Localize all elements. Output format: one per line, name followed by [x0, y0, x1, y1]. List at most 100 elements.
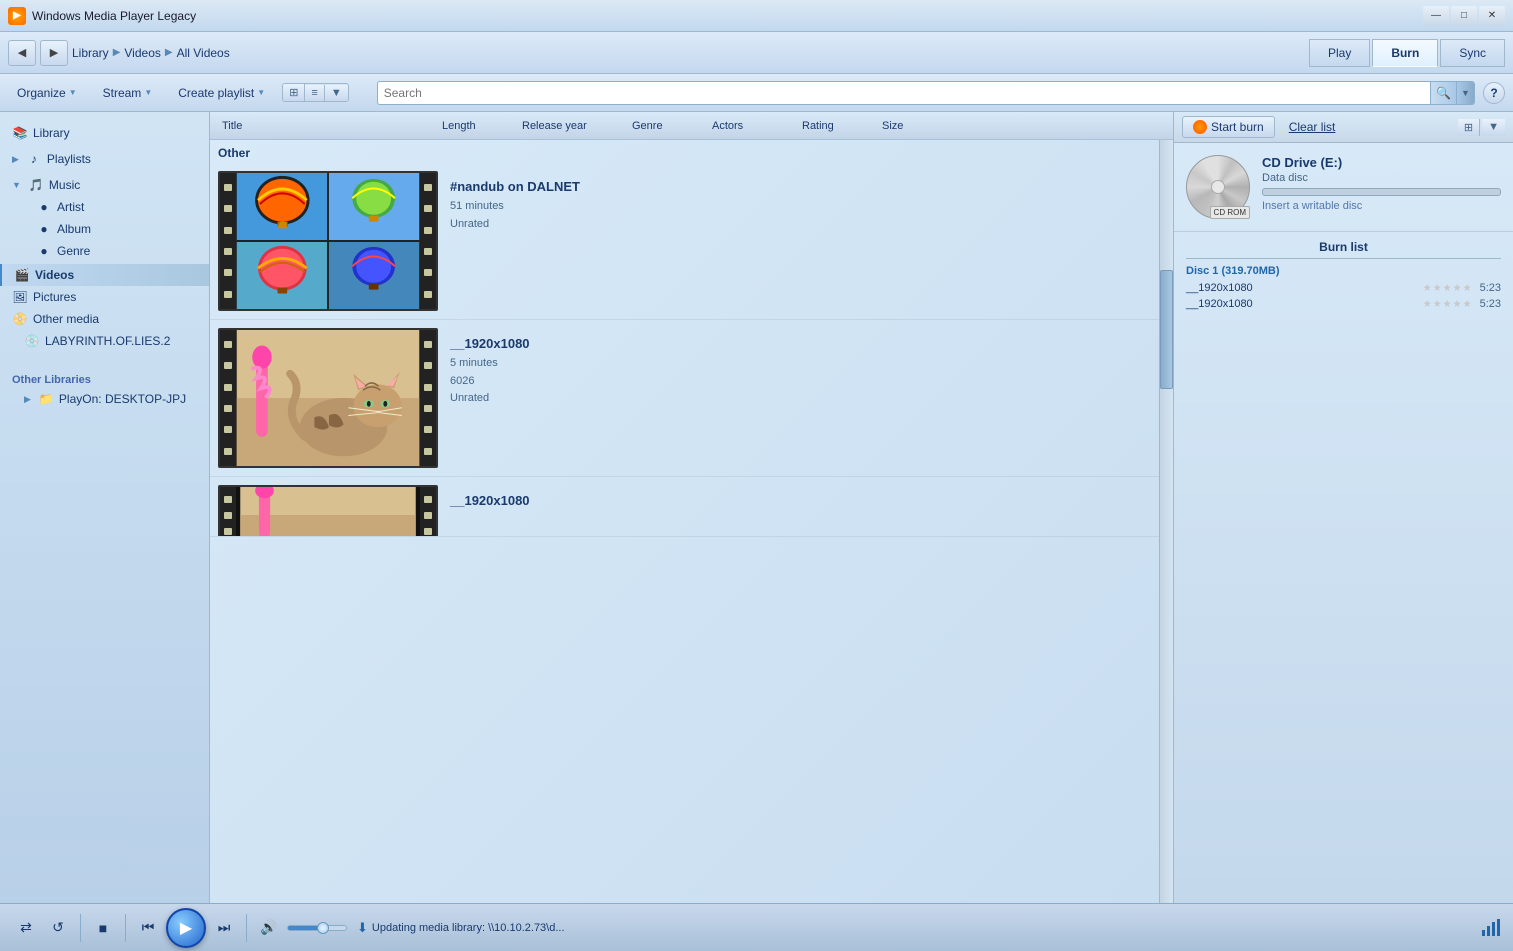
sidebar-item-videos[interactable]: 🎬 Videos — [0, 264, 209, 286]
video-title-1: #nandub on DALNET — [450, 179, 1153, 194]
breadcrumb-allvideos[interactable]: All Videos — [177, 46, 230, 60]
video-title-3: __1920x1080 — [450, 493, 1153, 508]
burn-item-2-stars: ★ ★ ★ ★ ★ — [1423, 299, 1472, 310]
back-button[interactable]: ◀ — [8, 40, 36, 66]
other-media-icon: 📀 — [12, 311, 28, 327]
breadcrumb-videos[interactable]: Videos — [124, 46, 160, 60]
view-dropdown-button[interactable]: ▼ — [325, 85, 348, 101]
download-icon: ⬇ — [357, 920, 368, 936]
search-dropdown-button[interactable]: ▼ — [1456, 81, 1474, 105]
sidebar-item-genre[interactable]: ● Genre — [0, 240, 209, 262]
film-image-2 — [236, 330, 420, 466]
videos-icon: 🎬 — [14, 267, 30, 283]
burn-item-1-duration: 5:23 — [1480, 282, 1501, 294]
burn-item-2[interactable]: __1920x1080 ★ ★ ★ ★ ★ 5:23 — [1186, 296, 1501, 312]
breadcrumb: Library ▶ Videos ▶ All Videos — [72, 46, 1305, 60]
organize-button[interactable]: Organize ▼ — [8, 82, 86, 104]
column-headers: Title Length Release year Genre Actors R… — [210, 112, 1173, 140]
burn-list-title: Burn list — [1186, 240, 1501, 259]
tab-play[interactable]: Play — [1309, 39, 1370, 67]
stream-button[interactable]: Stream ▼ — [94, 82, 162, 104]
cd-label: CD ROM — [1210, 206, 1250, 219]
video-info-2: __1920x1080 5 minutes 6026 Unrated — [438, 328, 1165, 416]
breadcrumb-library[interactable]: Library — [72, 46, 109, 60]
tab-burn[interactable]: Burn — [1372, 39, 1438, 67]
pictures-icon: 🖼 — [12, 289, 28, 305]
music-icon: 🎵 — [28, 177, 44, 193]
playlists-icon: ♪ — [26, 151, 42, 167]
sidebar-item-playlists[interactable]: ▶ ♪ Playlists — [0, 148, 209, 170]
sidebar-item-playon[interactable]: ▶ 📁 PlayOn: DESKTOP-JPJ — [0, 388, 209, 410]
clear-list-button[interactable]: Clear list — [1281, 117, 1344, 137]
volume-icon[interactable]: 🔊 — [255, 914, 283, 942]
scrollbar-thumb[interactable] — [1160, 270, 1173, 389]
main-toolbar: ◀ ▶ Library ▶ Videos ▶ All Videos Play B… — [0, 32, 1513, 74]
volume-slider[interactable] — [287, 925, 347, 931]
video-entry-1[interactable]: #nandub on DALNET 51 minutes Unrated — [210, 163, 1173, 320]
col-rating[interactable]: Rating — [798, 120, 878, 132]
col-length[interactable]: Length — [438, 120, 518, 132]
tab-group: Play Burn Sync — [1309, 39, 1505, 67]
star1: ★ — [1423, 299, 1432, 310]
col-release-year[interactable]: Release year — [518, 120, 628, 132]
prev-button[interactable]: ⏮ — [134, 914, 162, 942]
burn-item-1-name: __1920x1080 — [1186, 282, 1423, 294]
star3: ★ — [1443, 299, 1452, 310]
sidebar-item-library[interactable]: 📚 Library — [0, 122, 209, 144]
control-divider-2 — [125, 914, 126, 942]
close-button[interactable]: ✕ — [1479, 6, 1505, 26]
video-entry-3[interactable]: __1920x1080 — [210, 477, 1173, 537]
burn-item-2-duration: 5:23 — [1480, 298, 1501, 310]
view-grid-button[interactable]: ⊞ — [283, 84, 305, 101]
search-input[interactable] — [378, 86, 1430, 100]
play-pause-button[interactable]: ▶ — [166, 908, 206, 948]
star2: ★ — [1433, 283, 1442, 294]
film-image-3 — [236, 487, 420, 537]
film-strip-3 — [218, 485, 438, 537]
stop-button[interactable]: ■ — [89, 914, 117, 942]
help-button[interactable]: ? — [1483, 82, 1505, 104]
search-submit-button[interactable]: 🔍 — [1430, 81, 1456, 105]
rp-view-dropdown[interactable]: ▼ — [1482, 119, 1505, 136]
view-list-button[interactable]: ≡ — [305, 85, 324, 101]
tab-sync[interactable]: Sync — [1440, 39, 1505, 67]
sidebar-item-artist[interactable]: ● Artist — [0, 196, 209, 218]
burn-item-1[interactable]: __1920x1080 ★ ★ ★ ★ ★ 5:23 — [1186, 280, 1501, 296]
col-actors[interactable]: Actors — [708, 120, 798, 132]
scrollbar[interactable] — [1159, 112, 1173, 903]
create-playlist-button[interactable]: Create playlist ▼ — [169, 82, 274, 104]
sidebar-item-other-media[interactable]: 📀 Other media — [0, 308, 209, 330]
shuffle-button[interactable]: ⇄ — [12, 914, 40, 942]
minimize-button[interactable]: — — [1423, 6, 1449, 26]
repeat-button[interactable]: ↺ — [44, 914, 72, 942]
film-holes-left-1 — [220, 173, 236, 309]
volume-control: 🔊 — [255, 914, 347, 942]
rp-view-button[interactable]: ⊞ — [1458, 119, 1480, 136]
film-image-1 — [236, 173, 420, 309]
content-area: Title Length Release year Genre Actors R… — [210, 112, 1173, 903]
album-icon: ● — [36, 221, 52, 237]
sidebar-item-pictures[interactable]: 🖼 Pictures — [0, 286, 209, 308]
artist-icon: ● — [36, 199, 52, 215]
video-entry-2[interactable]: __1920x1080 5 minutes 6026 Unrated — [210, 320, 1173, 477]
col-genre[interactable]: Genre — [628, 120, 708, 132]
playlists-expand-icon: ▶ — [12, 154, 19, 165]
control-divider-3 — [246, 914, 247, 942]
maximize-button[interactable]: □ — [1451, 6, 1477, 26]
sidebar-item-labyrinth[interactable]: 💿 LABYRINTH.OF.LIES.2 — [0, 330, 209, 352]
main-area: 📚 Library ▶ ♪ Playlists ▼ 🎵 Music ● Arti… — [0, 112, 1513, 903]
film-holes-right-2 — [420, 330, 436, 466]
cd-type: Data disc — [1262, 172, 1501, 184]
sidebar-item-music[interactable]: ▼ 🎵 Music — [0, 174, 209, 196]
col-size[interactable]: Size — [878, 120, 948, 132]
col-title[interactable]: Title — [218, 120, 438, 132]
forward-button[interactable]: ▶ — [40, 40, 68, 66]
start-burn-button[interactable]: Start burn — [1182, 116, 1275, 138]
cd-drive-name: CD Drive (E:) — [1262, 155, 1501, 170]
sidebar-item-album[interactable]: ● Album — [0, 218, 209, 240]
playon-icon: 📁 — [38, 391, 54, 407]
music-expand-icon: ▼ — [12, 180, 21, 190]
view-toggle: ⊞ ≡ ▼ — [282, 83, 349, 102]
star4: ★ — [1453, 283, 1462, 294]
next-button[interactable]: ⏭ — [210, 914, 238, 942]
